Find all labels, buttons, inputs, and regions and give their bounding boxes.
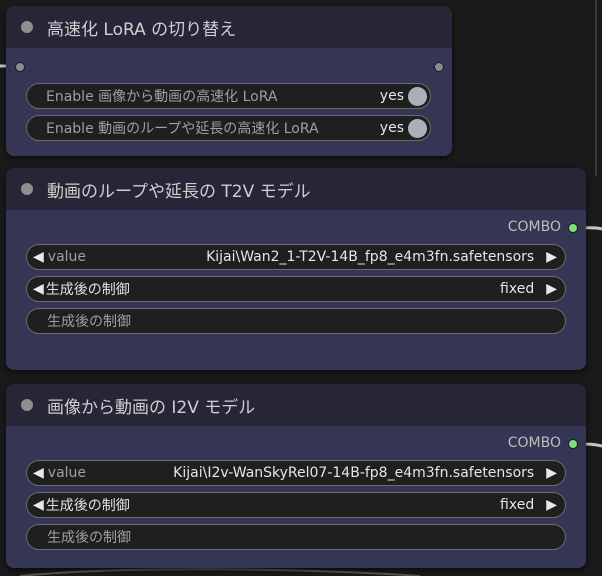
combo-value: fixed bbox=[500, 281, 535, 297]
toggle-knob-icon[interactable] bbox=[408, 118, 427, 138]
control-after-generate-field[interactable]: 生成後の制御 bbox=[26, 308, 566, 334]
combo-label: 生成後の制御 bbox=[45, 498, 130, 514]
toggle-value: yes bbox=[379, 120, 404, 136]
node-lora-switch[interactable]: 高速化 LoRA の切り替え Enable 画像から動画の高速化 LoRA ye… bbox=[6, 6, 452, 156]
arrow-left-icon[interactable]: ◀ bbox=[33, 249, 44, 265]
arrow-left-icon[interactable]: ◀ bbox=[33, 465, 44, 481]
combo-label: 生成後の制御 bbox=[45, 282, 130, 298]
arrow-left-icon[interactable]: ◀ bbox=[33, 281, 44, 297]
output-slot[interactable] bbox=[434, 62, 444, 72]
control-after-generate-select[interactable]: ◀ 生成後の制御 fixed ▶ bbox=[26, 276, 566, 302]
output-slot[interactable] bbox=[568, 439, 578, 449]
node-t2v-model[interactable]: 動画のループや延長の T2V モデル COMBO ◀ value Kijai\W… bbox=[6, 168, 586, 370]
node-header[interactable]: 高速化 LoRA の切り替え bbox=[6, 6, 452, 48]
arrow-left-icon[interactable]: ◀ bbox=[33, 497, 44, 513]
toggle-enable-loop-lora[interactable]: Enable 動画のループや延長の高速化 LoRA yes bbox=[26, 115, 431, 141]
arrow-right-icon[interactable]: ▶ bbox=[546, 281, 557, 297]
toggle-label: Enable 画像から動画の高速化 LoRA bbox=[46, 89, 278, 105]
arrow-right-icon[interactable]: ▶ bbox=[546, 249, 557, 265]
collapse-toggle-icon[interactable] bbox=[21, 21, 33, 33]
collapse-toggle-icon[interactable] bbox=[21, 183, 33, 195]
collapse-toggle-icon[interactable] bbox=[21, 399, 33, 411]
node-title: 高速化 LoRA の切り替え bbox=[47, 19, 237, 40]
arrow-right-icon[interactable]: ▶ bbox=[546, 465, 557, 481]
output-label: COMBO bbox=[507, 435, 561, 451]
output-label: COMBO bbox=[507, 219, 561, 235]
combo-label: value bbox=[47, 249, 87, 265]
control-after-generate-field[interactable]: 生成後の制御 bbox=[26, 524, 566, 550]
output-slot[interactable] bbox=[568, 223, 578, 233]
node-i2v-model[interactable]: 画像から動画の I2V モデル COMBO ◀ value Kijai\I2v-… bbox=[6, 384, 586, 568]
combo-value: Kijai\I2v-WanSkyRel07-14B-fp8_e4m3fn.saf… bbox=[173, 465, 535, 481]
combo-value: fixed bbox=[500, 497, 535, 513]
node-header[interactable]: 画像から動画の I2V モデル bbox=[6, 384, 586, 426]
toggle-label: Enable 動画のループや延長の高速化 LoRA bbox=[46, 121, 319, 137]
node-title: 画像から動画の I2V モデル bbox=[47, 397, 256, 418]
combo-value: Kijai\Wan2_1-T2V-14B_fp8_e4m3fn.safetens… bbox=[206, 249, 535, 265]
wire-bottom bbox=[19, 568, 421, 576]
node-title: 動画のループや延長の T2V モデル bbox=[47, 181, 311, 202]
toggle-enable-i2v-lora[interactable]: Enable 画像から動画の高速化 LoRA yes bbox=[26, 83, 431, 109]
model-select[interactable]: ◀ value Kijai\I2v-WanSkyRel07-14B-fp8_e4… bbox=[26, 460, 566, 486]
model-select[interactable]: ◀ value Kijai\Wan2_1-T2V-14B_fp8_e4m3fn.… bbox=[26, 244, 566, 270]
field-label: 生成後の制御 bbox=[47, 530, 131, 546]
toggle-value: yes bbox=[379, 88, 404, 104]
toggle-knob-icon[interactable] bbox=[408, 86, 427, 106]
arrow-right-icon[interactable]: ▶ bbox=[546, 497, 557, 513]
field-label: 生成後の制御 bbox=[47, 314, 131, 330]
node-header[interactable]: 動画のループや延長の T2V モデル bbox=[6, 168, 586, 210]
input-slot[interactable] bbox=[15, 62, 25, 72]
combo-label: value bbox=[47, 465, 87, 481]
control-after-generate-select[interactable]: ◀ 生成後の制御 fixed ▶ bbox=[26, 492, 566, 518]
